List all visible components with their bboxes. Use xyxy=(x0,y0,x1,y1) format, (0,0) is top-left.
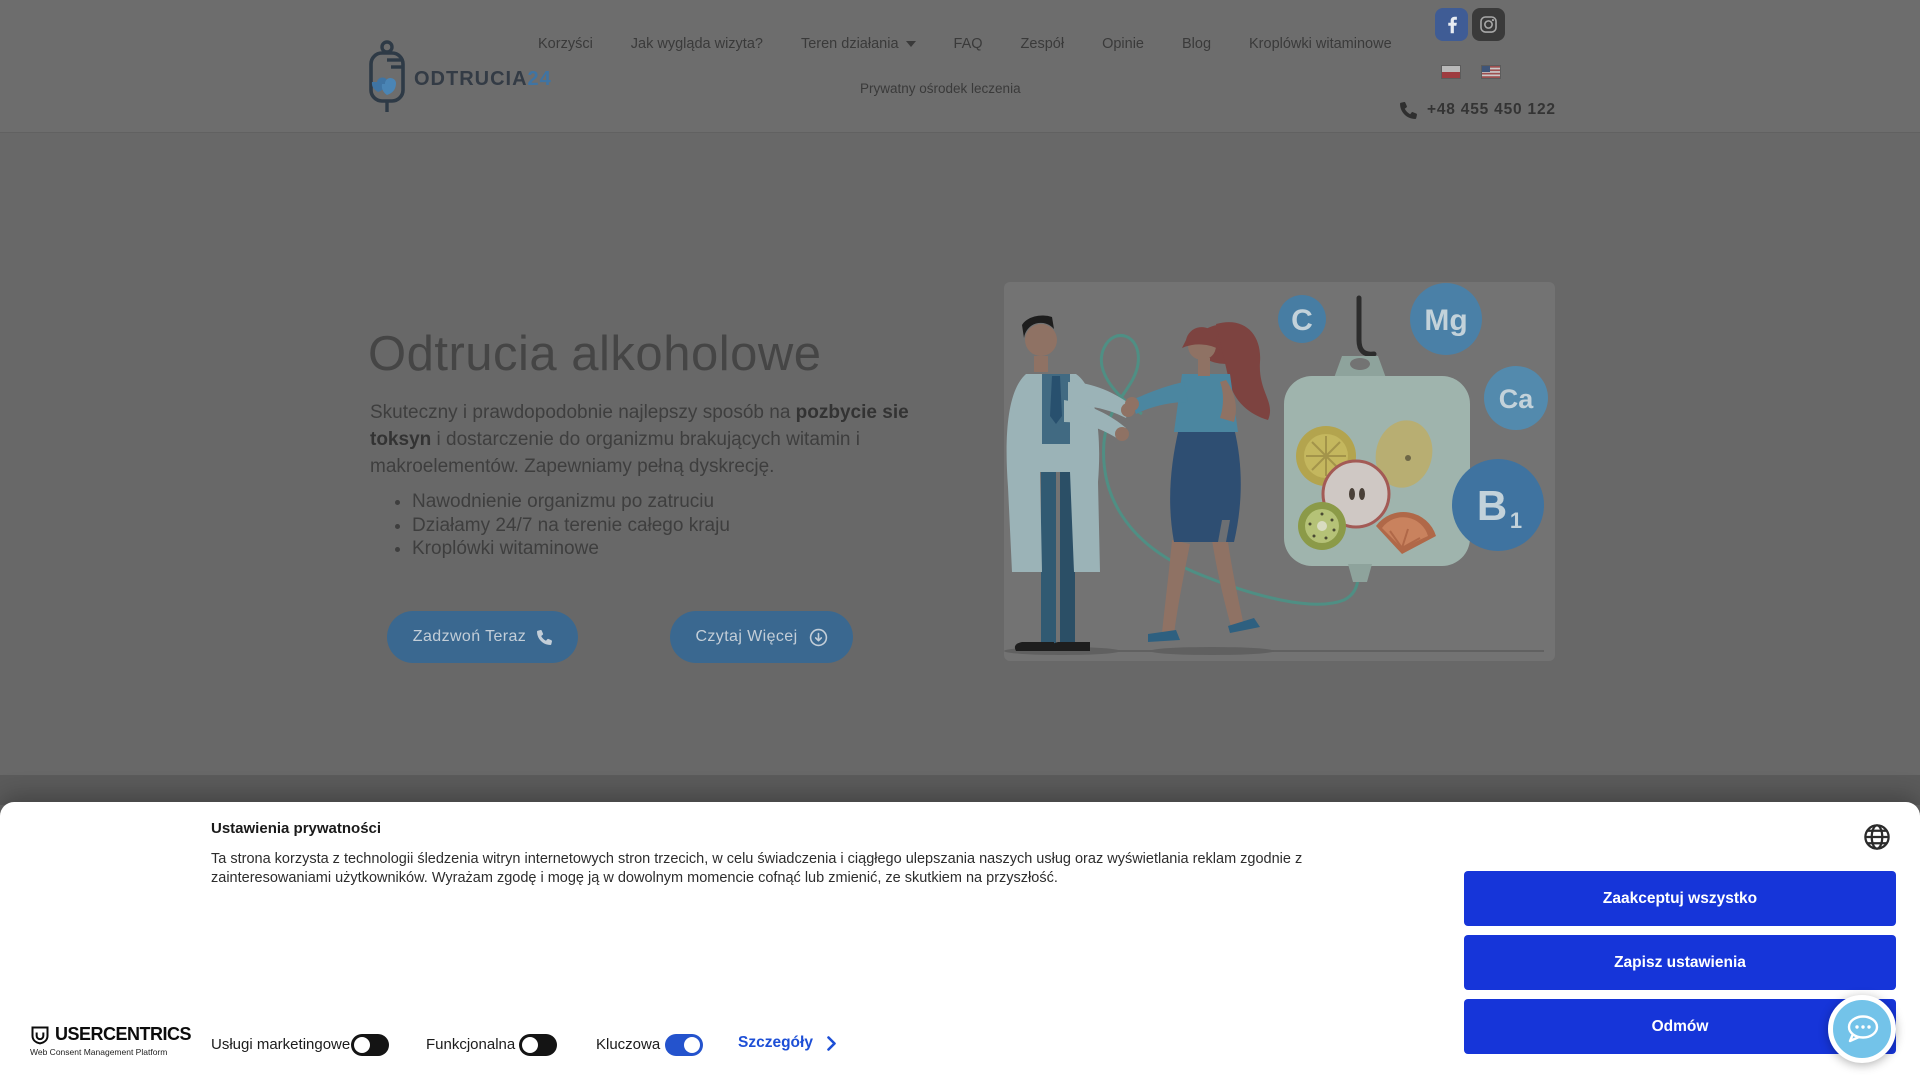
toggle-knob xyxy=(354,1037,370,1053)
cookie-banner: Ustawienia prywatności Ta strona korzyst… xyxy=(0,802,1920,1080)
page: ODTRUCIA24 Korzyści Jak wygląda wizyta? … xyxy=(0,0,1920,1080)
toggle-functional[interactable] xyxy=(519,1034,557,1056)
globe-icon xyxy=(1862,822,1892,852)
save-settings-button[interactable]: Zapisz ustawienia xyxy=(1464,935,1896,990)
facebook-icon xyxy=(1443,16,1461,34)
vitamin-bubble-b1: B 1 xyxy=(1452,459,1544,551)
nav-item-zespol[interactable]: Zespół xyxy=(1021,36,1065,52)
nav-item-kroplowki-witaminowe[interactable]: Kroplówki witaminowe xyxy=(1249,36,1392,52)
bullet-item: Działamy 24/7 na terenie całego kraju xyxy=(412,514,730,538)
instagram-icon xyxy=(1479,15,1498,34)
read-more-button[interactable]: Czytaj Więcej xyxy=(670,611,853,663)
phone-number: +48 455 450 122 xyxy=(1427,101,1556,119)
svg-text:Ca: Ca xyxy=(1499,384,1534,414)
nav-item-prywatny-osrodek[interactable]: Prywatny ośrodek leczenia xyxy=(860,81,1021,96)
privacy-title: Ustawienia prywatności xyxy=(211,820,381,837)
instagram-button[interactable] xyxy=(1472,8,1505,41)
site-header: ODTRUCIA24 Korzyści Jak wygląda wizyta? … xyxy=(0,0,1920,133)
header-phone-link[interactable]: +48 455 450 122 xyxy=(1400,101,1556,119)
vendor-name: USERCENTRICS xyxy=(55,1024,191,1045)
next-section-edge xyxy=(0,775,1920,805)
chat-bubble-icon xyxy=(1844,1013,1880,1045)
language-pl-flag[interactable] xyxy=(1442,66,1460,78)
language-us-flag[interactable] xyxy=(1482,66,1500,78)
bullet-item: Kroplówki witaminowe xyxy=(412,537,730,561)
hero-title: Odtrucia alkoholowe xyxy=(368,326,821,382)
nav-item-blog[interactable]: Blog xyxy=(1182,36,1211,52)
chevron-down-icon xyxy=(906,41,916,47)
usercentrics-logo[interactable]: USERCENTRICS Web Consent Management Plat… xyxy=(30,1024,191,1057)
toggle-label-marketing: Usługi marketingowe xyxy=(211,1036,350,1053)
svg-text:Mg: Mg xyxy=(1424,304,1467,337)
privacy-description: Ta strona korzysta z technologii śledzen… xyxy=(211,850,1361,888)
language-globe-button[interactable] xyxy=(1862,822,1892,852)
usercentrics-shield-icon xyxy=(30,1025,50,1045)
toggle-knob xyxy=(522,1037,538,1053)
toggle-label-functional: Funkcjonalna xyxy=(426,1036,515,1053)
vitamin-bubble-c: C xyxy=(1278,295,1326,343)
toggle-essential[interactable] xyxy=(665,1034,703,1056)
chevron-right-icon xyxy=(827,1036,836,1051)
hero-paragraph: Skuteczny i prawdopodobnie najlepszy spo… xyxy=(370,400,970,481)
toggle-label-essential: Kluczowa xyxy=(596,1036,660,1053)
chat-widget-button[interactable] xyxy=(1828,995,1896,1063)
hero-illustration: C Mg Ca B 1 xyxy=(1004,282,1555,661)
vitamin-bubble-mg: Mg xyxy=(1410,283,1482,355)
toggle-marketing[interactable] xyxy=(351,1034,389,1056)
facebook-button[interactable] xyxy=(1435,8,1468,41)
hero-bullet-list: Nawodnienie organizmu po zatruciu Działa… xyxy=(412,490,730,561)
phone-icon xyxy=(1400,102,1417,119)
nav-item-faq[interactable]: FAQ xyxy=(954,36,983,52)
svg-text:1: 1 xyxy=(1510,508,1522,533)
nav-item-teren-dzialania[interactable]: Teren działania xyxy=(801,36,916,52)
vendor-subtitle: Web Consent Management Platform xyxy=(30,1047,191,1057)
nav-item-opinie[interactable]: Opinie xyxy=(1102,36,1144,52)
arrow-down-circle-icon xyxy=(809,628,828,647)
toggle-knob xyxy=(684,1037,700,1053)
svg-text:B: B xyxy=(1477,482,1507,529)
call-now-button[interactable]: Zadzwoń Teraz xyxy=(387,611,578,663)
nav-item-korzysci[interactable]: Korzyści xyxy=(538,36,593,52)
iv-bag-logo-icon xyxy=(368,40,406,118)
svg-text:C: C xyxy=(1291,304,1313,337)
details-link[interactable]: Szczegóły xyxy=(738,1034,836,1052)
nav-item-jak-wyglada-wizyta[interactable]: Jak wygląda wizyta? xyxy=(631,36,763,52)
brand-name: ODTRUCIA24 xyxy=(414,68,552,91)
brand-logo[interactable]: ODTRUCIA24 xyxy=(368,40,552,118)
vitamin-bubble-ca: Ca xyxy=(1484,366,1548,430)
phone-icon xyxy=(537,630,552,645)
main-nav: Korzyści Jak wygląda wizyta? Teren dział… xyxy=(538,36,1392,52)
bullet-item: Nawodnienie organizmu po zatruciu xyxy=(412,490,730,514)
accept-all-button[interactable]: Zaakceptuj wszystko xyxy=(1464,871,1896,926)
